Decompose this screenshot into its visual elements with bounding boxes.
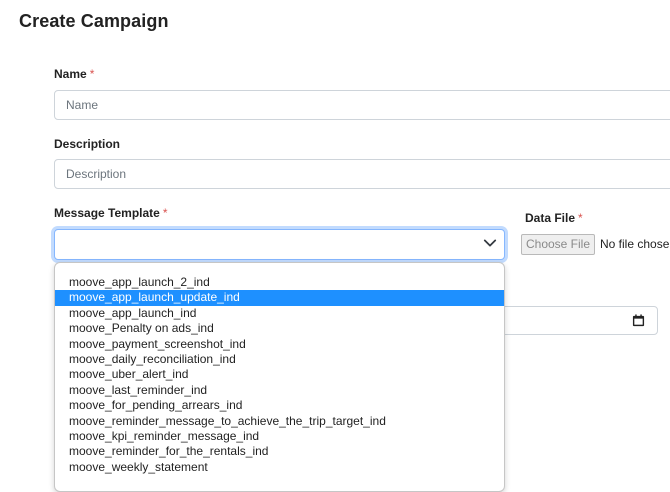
name-label: Name * <box>54 67 94 81</box>
template-option[interactable]: moove_app_launch_update_ind <box>55 290 504 306</box>
name-required-mark: * <box>89 67 95 81</box>
file-status-text: No file chosen <box>600 237 670 251</box>
template-option[interactable]: moove_kpi_reminder_message_ind <box>55 429 504 444</box>
page-title: Create Campaign <box>19 11 169 31</box>
message-template-dropdown[interactable]: moove_app_launch_2_ind moove_app_launch_u… <box>54 262 505 492</box>
template-option[interactable]: moove_payment_screenshot_ind <box>55 337 504 352</box>
template-option[interactable]: moove_app_launch_2_ind <box>55 275 504 290</box>
date-input[interactable] <box>490 306 658 335</box>
template-option[interactable]: moove_weekly_statement <box>55 460 504 475</box>
choose-file-button[interactable]: Choose File <box>521 234 595 255</box>
data-file-label: Data File * <box>525 211 583 225</box>
description-input[interactable] <box>54 159 670 189</box>
data-file-required-mark: * <box>578 211 583 225</box>
message-template-label: Message Template * <box>54 206 168 220</box>
description-label: Description <box>54 137 121 151</box>
name-label-text: Name <box>54 67 87 81</box>
message-template-required-mark: * <box>162 206 168 220</box>
message-template-label-text: Message Template <box>54 206 160 220</box>
template-option[interactable]: moove_app_launch_ind <box>55 306 504 321</box>
template-option[interactable]: moove_uber_alert_ind <box>55 367 504 382</box>
data-file-label-text: Data File <box>525 211 576 225</box>
template-option[interactable]: moove_last_reminder_ind <box>55 383 504 398</box>
message-template-select[interactable] <box>54 229 505 260</box>
chevron-down-icon <box>483 239 497 247</box>
template-option[interactable]: moove_for_pending_arrears_ind <box>55 398 504 413</box>
template-option[interactable]: moove_reminder_for_the_rentals_ind <box>55 444 504 459</box>
template-option[interactable]: moove_reminder_message_to_achieve_the_tr… <box>55 414 504 429</box>
calendar-icon[interactable] <box>632 314 645 327</box>
template-option[interactable]: moove_daily_reconciliation_ind <box>55 352 504 367</box>
template-option[interactable]: moove_Penalty on ads_ind <box>55 321 504 336</box>
name-input[interactable] <box>54 90 670 120</box>
